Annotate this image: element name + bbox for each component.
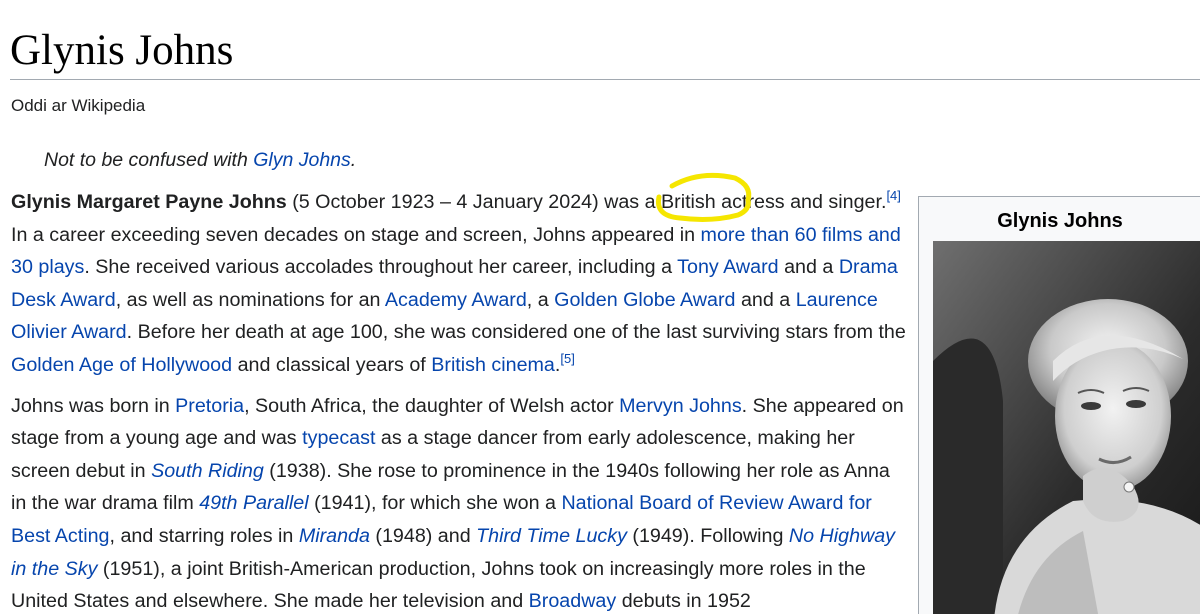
link-golden-globe-award[interactable]: Golden Globe Award	[554, 289, 735, 311]
portrait-photo[interactable]	[933, 241, 1200, 614]
link-49th-parallel[interactable]: 49th Parallel	[199, 492, 308, 514]
article-body: Glynis Margaret Payne Johns (5 October 1…	[11, 186, 906, 614]
link-mervyn-johns[interactable]: Mervyn Johns	[619, 395, 742, 417]
text: . Before her death at age 100, she was c…	[126, 321, 906, 344]
lead-paragraph-1: Glynis Margaret Payne Johns (5 October 1…	[11, 186, 906, 382]
text: , South Africa, the daughter of Welsh ac…	[244, 394, 620, 417]
infobox: Glynis Johns	[918, 196, 1200, 614]
text: Johns was born in	[11, 394, 176, 417]
text: , as well as nominations for an	[115, 288, 385, 311]
link-british-cinema[interactable]: British cinema	[431, 354, 555, 376]
reference-4-link[interactable]: [4]	[886, 188, 900, 203]
link-tony-award[interactable]: Tony Award	[677, 256, 778, 278]
text: In a career exceeding seven decades on s…	[11, 223, 701, 246]
text: debuts in 1952	[616, 590, 751, 613]
link-pretoria[interactable]: Pretoria	[175, 395, 244, 417]
lead-paragraph-2: Johns was born in Pretoria, South Africa…	[11, 390, 906, 614]
text: , a	[526, 288, 555, 311]
subject-name: Glynis Margaret Payne Johns	[11, 191, 287, 213]
link-third-time-lucky[interactable]: Third Time Lucky	[476, 525, 627, 547]
link-broadway[interactable]: Broadway	[529, 590, 617, 612]
hatnote: Not to be confused with Glyn Johns.	[44, 148, 356, 172]
page-title: Glynis Johns	[10, 27, 234, 74]
text: (1941), for which she won a	[308, 492, 562, 515]
text: (1948) and	[369, 524, 477, 547]
link-south-riding[interactable]: South Riding	[151, 460, 264, 482]
text: (5 October 1923 – 4 January 2024) was a …	[286, 191, 887, 213]
link-miranda[interactable]: Miranda	[299, 525, 370, 547]
hatnote-link-glyn-johns[interactable]: Glyn Johns	[253, 149, 351, 171]
text: (1949). Following	[626, 524, 789, 547]
wikipedia-article-page: Glynis Johns Oddi ar Wikipedia Not to be…	[0, 0, 1200, 614]
text: and classical years of	[232, 353, 432, 376]
reference-5-link[interactable]: [5]	[560, 351, 574, 366]
infobox-title: Glynis Johns	[997, 210, 1123, 232]
hatnote-prefix: Not to be confused with	[44, 149, 254, 171]
link-typecast[interactable]: typecast	[302, 427, 375, 449]
site-tagline: Oddi ar Wikipedia	[11, 96, 146, 115]
text: and a	[735, 288, 796, 311]
portrait-photo-icon	[933, 241, 1200, 614]
text: , and starring roles in	[109, 524, 299, 547]
hatnote-suffix: .	[350, 149, 357, 171]
text: . She received various accolades through…	[84, 256, 678, 279]
link-academy-award[interactable]: Academy Award	[385, 289, 527, 311]
title-divider	[10, 79, 1200, 80]
link-golden-age-of-hollywood[interactable]: Golden Age of Hollywood	[11, 354, 232, 376]
text: and a	[778, 256, 839, 279]
